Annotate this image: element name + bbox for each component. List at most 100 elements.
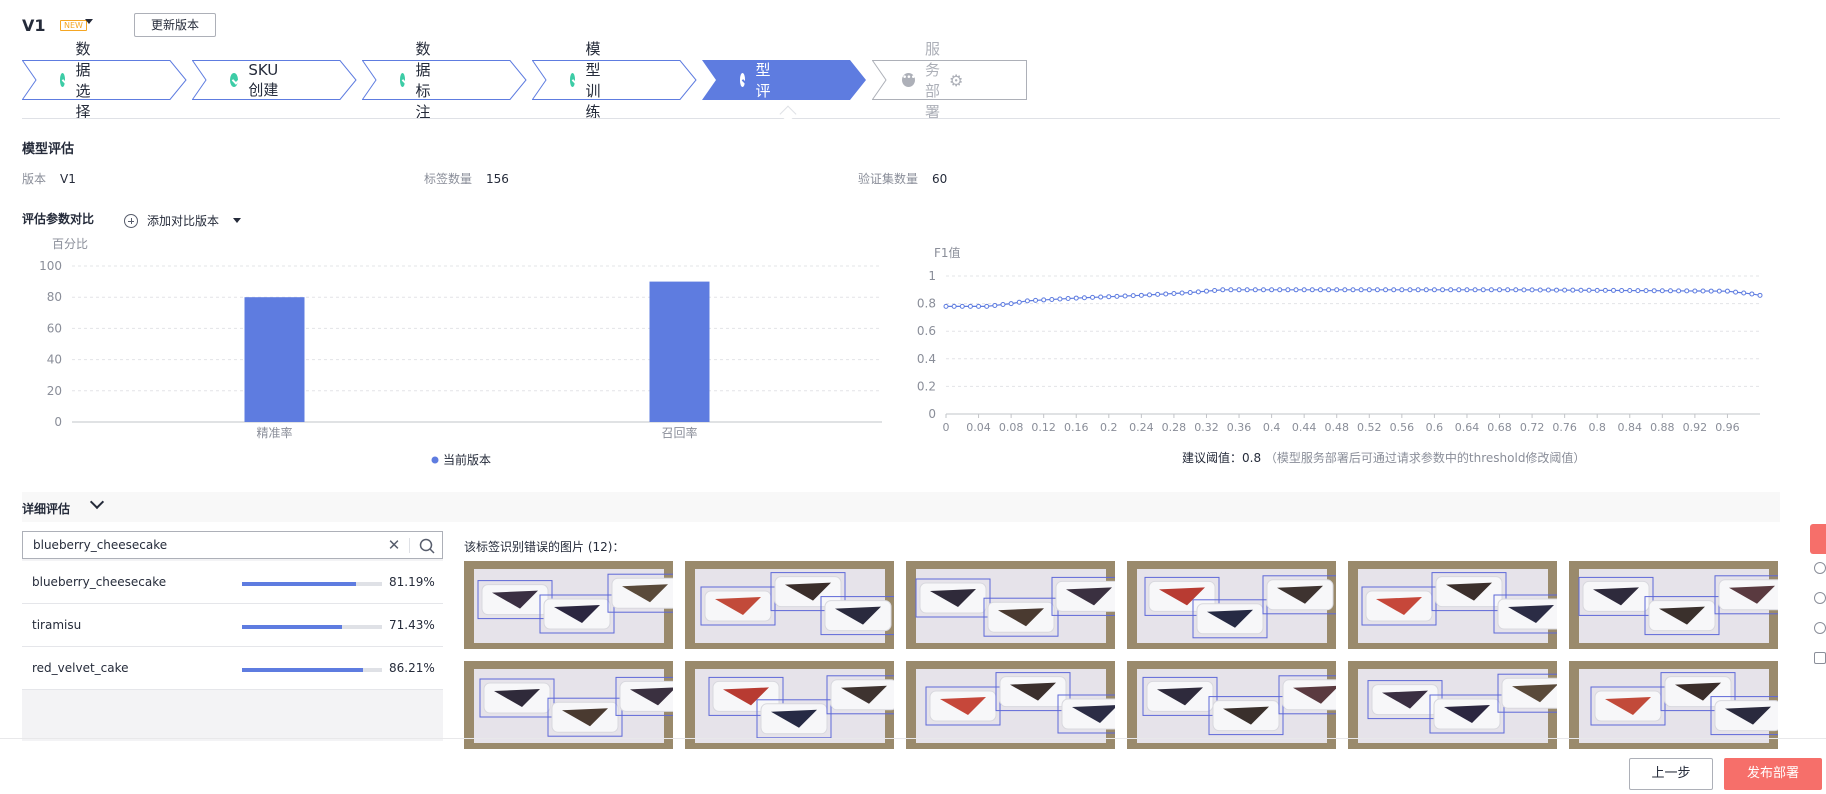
data-point[interactable] [1252, 287, 1258, 293]
tool-icon[interactable] [1814, 592, 1826, 604]
data-point[interactable] [1171, 290, 1177, 296]
data-point[interactable] [984, 303, 990, 309]
data-point[interactable] [1016, 299, 1022, 305]
data-point[interactable] [1676, 288, 1682, 294]
data-point[interactable] [1700, 288, 1706, 294]
data-point[interactable] [1586, 287, 1592, 293]
data-point[interactable] [1659, 288, 1665, 294]
bar[interactable] [649, 281, 710, 422]
data-point[interactable] [1610, 287, 1616, 293]
data-point[interactable] [1081, 295, 1087, 301]
data-point[interactable] [1065, 296, 1071, 302]
data-point[interactable] [1114, 293, 1120, 299]
data-point[interactable] [976, 303, 982, 309]
data-point[interactable] [1326, 287, 1332, 293]
chevron-down-icon[interactable] [89, 494, 105, 510]
close-icon[interactable]: ✕ [387, 538, 401, 553]
data-point[interactable] [1130, 293, 1136, 299]
data-point[interactable] [1684, 288, 1690, 294]
legend-label[interactable]: 当前版本 [443, 452, 491, 467]
data-point[interactable] [1008, 301, 1014, 307]
data-point[interactable] [1049, 296, 1055, 302]
data-point[interactable] [1147, 292, 1152, 298]
update-version-button[interactable]: 更新版本 [134, 13, 216, 37]
help-icon[interactable] [1814, 562, 1826, 574]
data-point[interactable] [967, 303, 973, 309]
wrong-image-thumbnail[interactable] [1348, 561, 1557, 649]
data-point[interactable] [1033, 297, 1039, 303]
detail-eval-bar[interactable]: 详细评估 [22, 492, 1780, 522]
data-point[interactable] [1692, 288, 1698, 294]
data-point[interactable] [1391, 287, 1397, 293]
data-point[interactable] [1431, 287, 1437, 293]
data-point[interactable] [1057, 296, 1063, 302]
data-point[interactable] [1733, 289, 1739, 295]
data-point[interactable] [1122, 293, 1128, 299]
list-item[interactable]: red_velvet_cake 86.21% [22, 647, 443, 690]
search-input[interactable] [33, 536, 373, 554]
data-point[interactable] [1619, 287, 1625, 293]
data-point[interactable] [1212, 287, 1218, 293]
data-point[interactable] [1260, 287, 1266, 293]
data-point[interactable] [1627, 288, 1633, 294]
data-point[interactable] [1195, 289, 1201, 295]
data-point[interactable] [1285, 287, 1291, 293]
wrong-image-thumbnail[interactable] [685, 561, 894, 649]
wrong-image-thumbnail[interactable] [1127, 661, 1336, 749]
data-point[interactable] [1163, 291, 1169, 297]
data-point[interactable] [1301, 287, 1307, 293]
data-point[interactable] [1602, 287, 1608, 293]
data-point[interactable] [1757, 292, 1763, 298]
chevron-down-icon[interactable] [233, 218, 242, 223]
data-point[interactable] [1716, 288, 1722, 294]
wrong-image-thumbnail[interactable] [1569, 661, 1778, 749]
publish-deploy-button[interactable]: 发布部署 [1724, 758, 1822, 790]
data-point[interactable] [1399, 287, 1405, 293]
data-point[interactable] [1497, 287, 1503, 293]
data-point[interactable] [1635, 288, 1641, 294]
data-point[interactable] [1000, 302, 1006, 308]
wrong-image-thumbnail[interactable] [1348, 661, 1557, 749]
data-point[interactable] [1293, 287, 1299, 293]
data-point[interactable] [1106, 294, 1112, 300]
data-point[interactable] [1643, 288, 1649, 294]
data-point[interactable] [1464, 287, 1470, 293]
data-point[interactable] [1203, 288, 1209, 294]
data-point[interactable] [1073, 295, 1079, 301]
prev-step-button[interactable]: 上一步 [1629, 758, 1713, 790]
data-point[interactable] [1667, 288, 1673, 294]
data-point[interactable] [1334, 287, 1340, 293]
data-point[interactable] [959, 303, 965, 309]
list-item[interactable]: blueberry_cheesecake 81.19% [22, 561, 443, 604]
search-icon[interactable] [419, 538, 435, 554]
wrong-image-thumbnail[interactable] [685, 661, 894, 749]
data-point[interactable] [1651, 288, 1657, 294]
list-item[interactable]: tiramisu 71.43% [22, 604, 443, 647]
document-icon[interactable] [1814, 652, 1826, 664]
data-point[interactable] [1724, 288, 1730, 294]
data-point[interactable] [1578, 287, 1584, 293]
data-point[interactable] [1383, 287, 1389, 293]
data-point[interactable] [1244, 287, 1250, 293]
data-point[interactable] [1366, 287, 1372, 293]
data-point[interactable] [1562, 287, 1568, 293]
data-point[interactable] [1350, 287, 1356, 293]
data-point[interactable] [1090, 294, 1096, 300]
data-point[interactable] [1138, 292, 1144, 298]
data-point[interactable] [1187, 290, 1193, 296]
data-point[interactable] [1179, 290, 1185, 296]
data-point[interactable] [1545, 287, 1551, 293]
data-point[interactable] [1415, 287, 1421, 293]
wrong-image-thumbnail[interactable] [464, 561, 673, 649]
data-point[interactable] [1155, 291, 1161, 297]
data-point[interactable] [1440, 287, 1446, 293]
data-point[interactable] [1594, 287, 1600, 293]
add-compare-version[interactable]: 添加对比版本 [124, 212, 242, 229]
data-point[interactable] [1228, 287, 1234, 293]
wrong-image-thumbnail[interactable] [906, 561, 1115, 649]
data-point[interactable] [1220, 287, 1226, 293]
data-point[interactable] [1537, 287, 1543, 293]
feedback-icon[interactable] [1810, 524, 1826, 554]
data-point[interactable] [1456, 287, 1462, 293]
wrong-image-thumbnail[interactable] [1127, 561, 1336, 649]
